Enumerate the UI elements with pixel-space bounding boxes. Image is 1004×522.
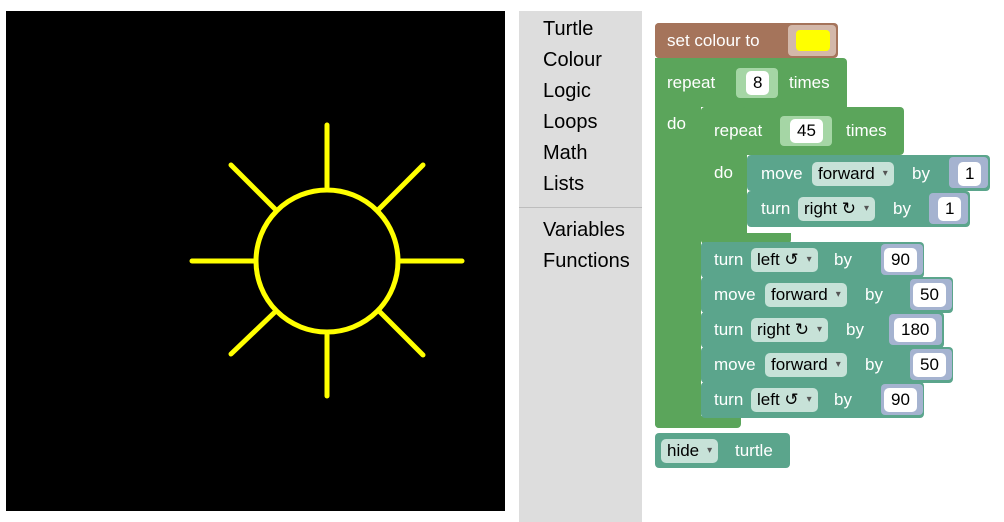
blockly-workspace[interactable]: set colour to repeat 8 times do repeat 4… — [643, 11, 1004, 522]
category-math[interactable]: Math — [519, 138, 642, 169]
move1-value[interactable]: 50 — [913, 283, 946, 307]
move1-label: move — [714, 285, 756, 304]
repeat-inner-do-label: do — [714, 163, 733, 182]
sun-ray-bottom-right — [376, 308, 426, 358]
hide-dropdown[interactable]: hide ▾ — [661, 439, 719, 463]
inner-move-direction-dropdown[interactable]: forward ▾ — [812, 162, 894, 186]
inner-turn-label: turn — [761, 199, 791, 218]
dropdown-arrow-icon: ▾ — [864, 203, 870, 214]
inner-move-label: move — [761, 164, 803, 183]
move2-label: move — [714, 355, 756, 374]
category-colour[interactable]: Colour — [519, 45, 642, 76]
turtle-canvas — [6, 11, 505, 511]
turn1-by: by — [834, 250, 852, 269]
move2-value[interactable]: 50 — [913, 353, 946, 377]
dropdown-arrow-icon: ▾ — [835, 289, 841, 300]
repeat-inner-count[interactable]: 45 — [790, 119, 823, 143]
repeat-outer-label: repeat — [667, 73, 716, 92]
toolbox: Turtle Colour Logic Loops Math Lists Var… — [519, 11, 642, 522]
dropdown-arrow-icon: ▾ — [817, 324, 823, 335]
turn3-value[interactable]: 90 — [884, 388, 917, 412]
repeat-inner-times: times — [846, 121, 887, 140]
colour-swatch[interactable] — [796, 30, 830, 51]
inner-turn-direction-dropdown[interactable]: right ↻ ▾ — [798, 197, 876, 221]
sun-ray-top-left — [228, 162, 278, 212]
hide-dropdown-value: hide — [667, 441, 700, 460]
dropdown-arrow-icon: ▾ — [806, 254, 812, 265]
inner-turn-value[interactable]: 1 — [938, 197, 962, 221]
inner-move-by: by — [912, 164, 930, 183]
repeat-outer-do-label: do — [667, 114, 686, 133]
move1-by: by — [865, 285, 883, 304]
hide-turtle-label: turtle — [735, 441, 773, 460]
move1-direction-value: forward — [771, 285, 828, 304]
turn1-label: turn — [714, 250, 744, 269]
inner-turn-by: by — [893, 199, 911, 218]
dropdown-arrow-icon: ▾ — [806, 394, 812, 405]
dropdown-arrow-icon: ▾ — [707, 445, 713, 456]
repeat-outer-count[interactable]: 8 — [746, 71, 770, 95]
category-lists[interactable]: Lists — [519, 169, 642, 200]
set-colour-label: set colour to — [667, 31, 760, 50]
turn1-direction-value: left ↺ — [757, 250, 799, 269]
sun-drawing — [189, 122, 465, 399]
toolbox-separator — [519, 207, 642, 208]
repeat-outer-times: times — [789, 73, 830, 92]
turn2-direction-dropdown[interactable]: right ↻ ▾ — [751, 318, 829, 342]
repeat-inner-label: repeat — [714, 121, 763, 140]
category-loops[interactable]: Loops — [519, 107, 642, 138]
turn3-direction-value: left ↺ — [757, 390, 799, 409]
inner-move-value[interactable]: 1 — [958, 162, 982, 186]
turn1-value[interactable]: 90 — [884, 248, 917, 272]
move2-direction-value: forward — [771, 355, 828, 374]
category-functions[interactable]: Functions — [519, 246, 642, 277]
turn2-by: by — [846, 320, 864, 339]
category-variables[interactable]: Variables — [519, 215, 642, 246]
turn1-direction-dropdown[interactable]: left ↺ ▾ — [751, 248, 818, 272]
turn2-value[interactable]: 180 — [894, 318, 937, 342]
turn3-direction-dropdown[interactable]: left ↺ ▾ — [751, 388, 818, 412]
move2-by: by — [865, 355, 883, 374]
inner-move-direction-value: forward — [818, 164, 875, 183]
category-logic[interactable]: Logic — [519, 76, 642, 107]
move2-direction-dropdown[interactable]: forward ▾ — [765, 353, 847, 377]
turn2-direction-value: right ↻ — [757, 320, 810, 339]
turn2-label: turn — [714, 320, 744, 339]
move1-direction-dropdown[interactable]: forward ▾ — [765, 283, 847, 307]
turn3-label: turn — [714, 390, 744, 409]
sun-ray-top-right — [376, 162, 426, 212]
dropdown-arrow-icon: ▾ — [882, 168, 888, 179]
sun-ray-bottom-left — [228, 308, 279, 357]
inner-turn-direction-value: right ↻ — [804, 199, 857, 218]
dropdown-arrow-icon: ▾ — [835, 359, 841, 370]
turn3-by: by — [834, 390, 852, 409]
category-turtle[interactable]: Turtle — [519, 14, 642, 45]
